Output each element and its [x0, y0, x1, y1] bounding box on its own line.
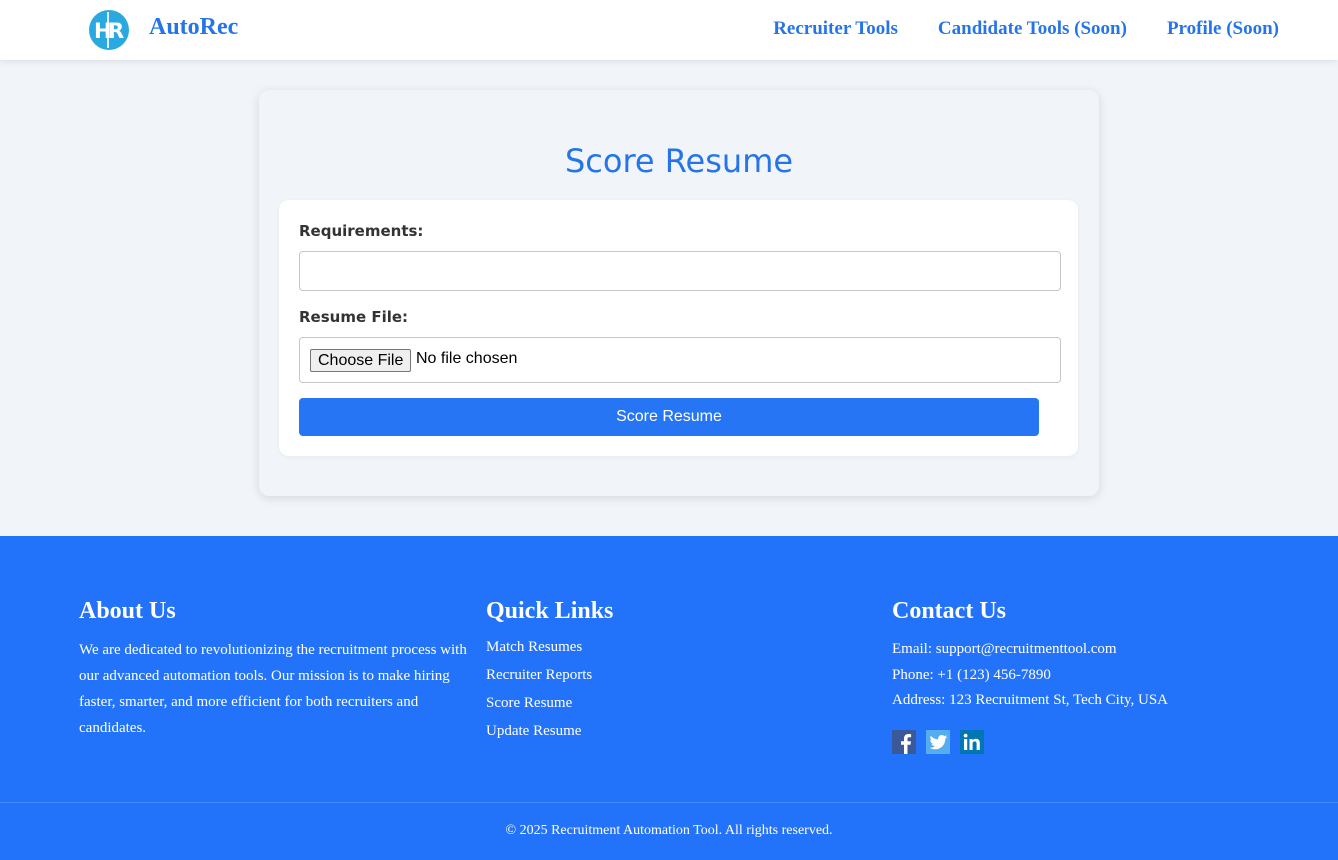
page-title: Score Resume — [564, 142, 794, 180]
link-recruiter-reports[interactable]: Recruiter Reports — [486, 661, 786, 689]
quick-links-heading: Quick Links — [486, 598, 614, 624]
svg-text:R: R — [108, 19, 124, 43]
link-update-resume[interactable]: Update Resume — [486, 717, 786, 745]
main-nav: Recruiter Tools Candidate Tools (Soon) P… — [773, 18, 1279, 40]
footer-contact: Contact Us Email: support@recruitmenttoo… — [892, 598, 1292, 754]
brand-name[interactable]: AutoRec — [149, 14, 238, 41]
linkedin-icon[interactable] — [960, 729, 984, 754]
requirements-label: Requirements: — [299, 222, 424, 240]
file-status-text: No file chosen — [416, 350, 518, 367]
score-resume-button[interactable]: Score Resume — [299, 398, 1039, 436]
choose-file-button[interactable]: Choose File — [310, 349, 412, 372]
contact-address: Address: 123 Recruitment St, Tech City, … — [892, 692, 1169, 708]
contact-heading: Contact Us — [892, 598, 1006, 624]
nav-profile[interactable]: Profile (Soon) — [1167, 18, 1279, 40]
about-text: We are dedicated to revolutionizing the … — [79, 642, 467, 736]
score-resume-card: Score Resume Requirements: Resume File: … — [259, 90, 1099, 496]
twitter-icon[interactable] — [926, 729, 950, 754]
requirements-input[interactable] — [299, 251, 1061, 291]
nav-candidate-tools[interactable]: Candidate Tools (Soon) — [938, 18, 1127, 40]
footer-quick-links: Quick Links Match Resumes Recruiter Repo… — [486, 598, 786, 745]
about-heading: About Us — [79, 598, 176, 624]
site-footer: About Us We are dedicated to revolutioni… — [0, 536, 1338, 860]
nav-recruiter-tools[interactable]: Recruiter Tools — [773, 18, 898, 40]
top-navbar: H R AutoRec Recruiter Tools Candidate To… — [0, 0, 1338, 60]
footer-about: About Us We are dedicated to revolutioni… — [79, 598, 471, 741]
hr-logo-icon[interactable]: H R — [88, 8, 130, 52]
link-match-resumes[interactable]: Match Resumes — [486, 633, 786, 661]
contact-email: Email: support@recruitmenttool.com — [892, 641, 1117, 657]
link-score-resume[interactable]: Score Resume — [486, 689, 786, 717]
social-links — [892, 729, 1292, 754]
facebook-icon[interactable] — [892, 729, 916, 754]
score-resume-form: Requirements: Resume File: Choose File N… — [279, 200, 1078, 456]
copyright-text: © 2025 Recruitment Automation Tool. All … — [505, 823, 833, 838]
footer-divider — [0, 802, 1338, 803]
resume-file-input[interactable]: Choose File No file chosen — [299, 337, 1061, 383]
contact-phone: Phone: +1 (123) 456-7890 — [892, 666, 1051, 683]
resume-file-label: Resume File: — [299, 308, 409, 326]
